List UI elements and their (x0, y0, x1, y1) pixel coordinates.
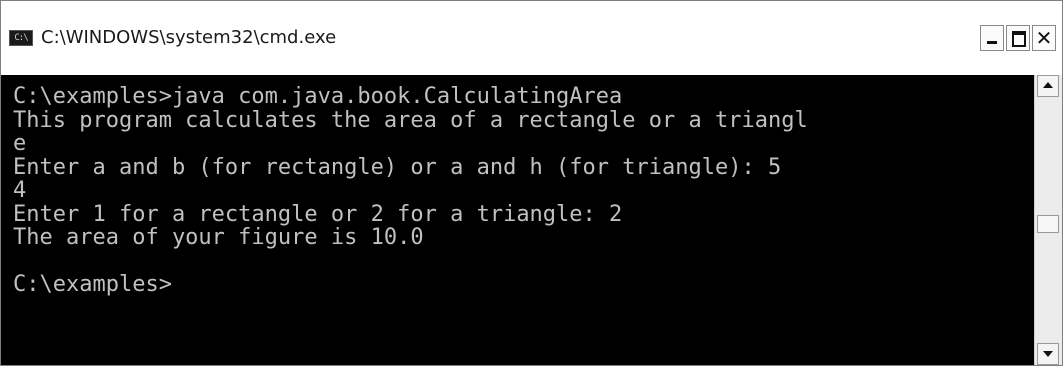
scroll-down-arrow-icon[interactable] (1037, 343, 1059, 365)
close-button[interactable]: ✕ (1032, 25, 1056, 51)
minimize-button[interactable] (980, 25, 1004, 51)
vertical-scrollbar[interactable] (1034, 75, 1062, 365)
console-area[interactable]: C:\examples>java com.java.book.Calculati… (1, 75, 1034, 365)
cmd-window: C:\ C:\WINDOWS\system32\cmd.exe ✕ C:\exa… (0, 0, 1063, 366)
console-line: This program calculates the area of a re… (13, 107, 808, 133)
console-output: C:\examples>java com.java.book.Calculati… (13, 85, 808, 297)
console-line: Enter 1 for a rectangle or 2 for a trian… (13, 201, 623, 227)
scroll-thumb[interactable] (1037, 215, 1059, 233)
console-prompt: C:\examples> (13, 272, 172, 297)
scroll-up-arrow-icon[interactable] (1037, 75, 1059, 97)
console-line: C:\examples>java com.java.book.Calculati… (13, 84, 623, 109)
console-line: The area of your figure is 10.0 (13, 225, 424, 250)
window-controls: ✕ (980, 25, 1056, 53)
console-line: 4 (13, 178, 27, 203)
title-bar[interactable]: C:\ C:\WINDOWS\system32\cmd.exe ✕ (1, 1, 1062, 75)
window-title: C:\WINDOWS\system32\cmd.exe (41, 27, 337, 48)
console-line: Enter a and b (for rectangle) or a and h… (13, 154, 782, 180)
maximize-button[interactable] (1006, 25, 1030, 51)
cmd-icon[interactable]: C:\ (9, 30, 33, 46)
console-line: e (13, 131, 27, 156)
